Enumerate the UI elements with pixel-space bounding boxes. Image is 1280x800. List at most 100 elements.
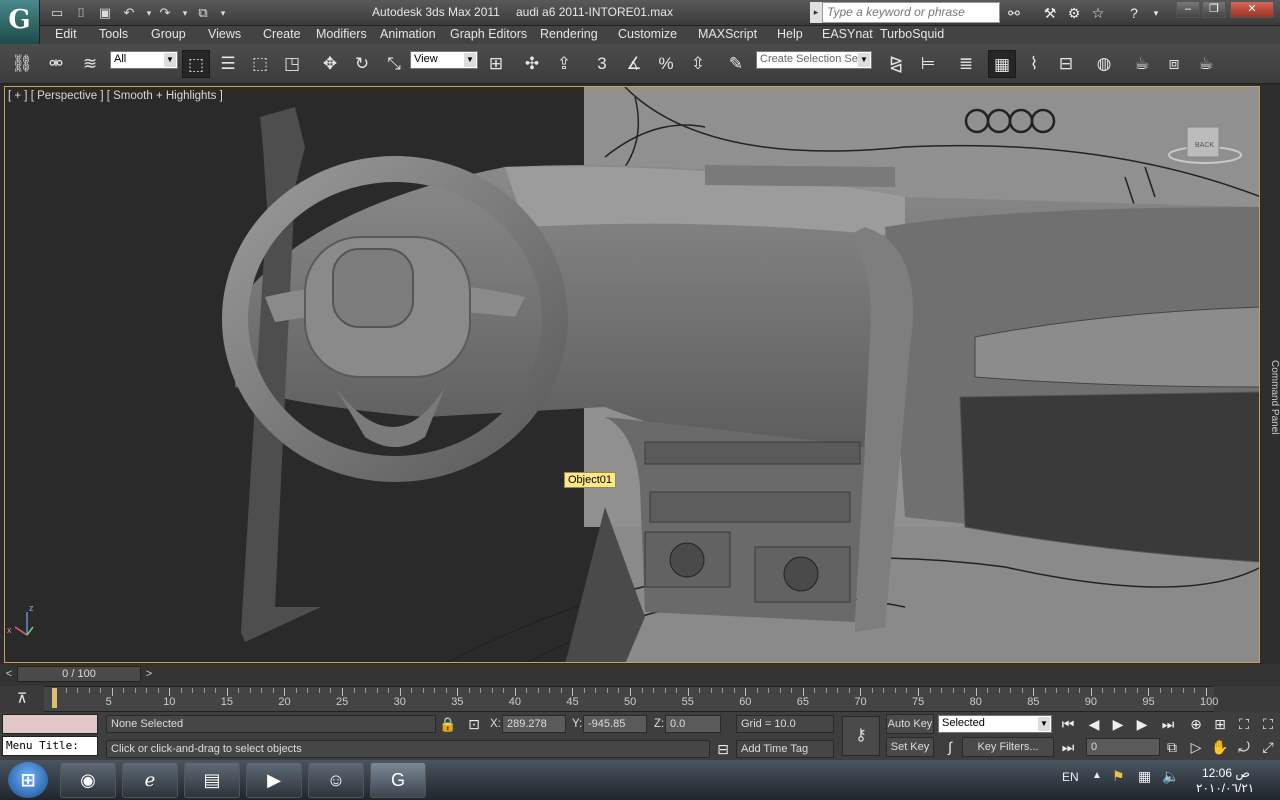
new-file-icon[interactable]: ▭ [48,4,66,22]
help-icon[interactable]: ? [1124,3,1144,23]
zoom-all-icon[interactable]: ⊞ [1210,714,1230,734]
favorites-star-icon[interactable]: ☆ [1088,3,1108,23]
set-key-button[interactable]: Set Key [886,737,934,757]
window-crossing-icon[interactable]: ◳ [278,50,306,78]
edit-named-selection-icon[interactable]: ✎ [722,50,750,78]
input-language-indicator[interactable]: EN [1062,770,1079,784]
communication-icon[interactable]: ⚙ [1064,3,1084,23]
search-input[interactable]: Type a keyword or phrase [822,2,1000,23]
redo-dropdown-icon[interactable]: ▾ [176,4,194,22]
maximize-viewport-icon[interactable]: ⤢ [1258,737,1278,757]
x-coordinate-field[interactable]: 289.278 [502,715,566,733]
pan-view-icon[interactable]: ✋ [1210,737,1230,757]
project-folder-icon[interactable]: ⧉ [194,4,212,22]
menu-help[interactable]: Help [777,27,803,41]
select-by-name-icon[interactable]: ☰ [214,50,242,78]
absolute-mode-transform-icon[interactable]: ⊡ [464,714,484,734]
zoom-icon[interactable]: ⊕ [1186,714,1206,734]
angle-snap-icon[interactable]: ∡ [620,50,648,78]
select-and-link-icon[interactable]: ⛓ [8,50,36,78]
show-hidden-icons-icon[interactable]: ▲ [1092,770,1102,781]
default-in-out-tangents-icon[interactable]: ∫ [940,737,960,757]
start-button[interactable]: ⊞ [8,762,48,798]
3dsmax-taskbar-icon[interactable]: G [370,762,426,798]
named-selection-dropdown[interactable]: Create Selection Se ▼ [756,51,872,69]
play-animation-icon[interactable]: ▶ [1108,714,1128,734]
align-icon[interactable]: ⊨ [914,50,942,78]
menu-graph-editors[interactable]: Graph Editors [450,27,527,41]
maxscript-listener-pink[interactable] [2,714,98,734]
file-explorer-taskbar-icon[interactable]: ▤ [184,762,240,798]
firefox-taskbar-icon[interactable]: ◉ [60,762,116,798]
schematic-view-icon[interactable]: ⊟ [1052,50,1080,78]
internet-explorer-taskbar-icon[interactable]: ℯ [122,762,178,798]
select-and-move-icon[interactable]: ✥ [316,50,344,78]
previous-frame-icon[interactable]: ◀︎ [1084,714,1104,734]
time-slider-next-button[interactable]: > [142,666,156,682]
volume-icon[interactable]: 🔈 [1162,768,1179,785]
open-file-icon[interactable]: ⌷ [72,4,90,22]
menu-group[interactable]: Group [151,27,186,41]
layer-manager-icon[interactable]: ≣ [952,50,980,78]
curve-editor-icon[interactable]: ⌇ [1020,50,1048,78]
menu-views[interactable]: Views [208,27,241,41]
snaps-toggle-icon[interactable]: 3 [588,50,616,78]
time-configuration-icon[interactable]: ⧉ [1162,737,1182,757]
menu-easynat[interactable]: EASYnat [822,27,873,41]
unlink-selection-icon[interactable]: ⚮ [42,50,70,78]
command-panel-label[interactable]: Command Panel [1262,360,1280,440]
menu-edit[interactable]: Edit [55,27,77,41]
y-coordinate-field[interactable]: -945.85 [583,715,647,733]
menu-tools[interactable]: Tools [99,27,128,41]
add-time-tag-button[interactable]: Add Time Tag [736,740,834,758]
time-slider[interactable]: 0 / 100 [17,666,141,682]
subscription-icon[interactable]: ⚒ [1040,3,1060,23]
search-expand-icon[interactable]: ▸ [810,2,822,23]
zoom-extents-all-icon[interactable]: ⛶ [1258,714,1278,734]
open-mini-curve-editor-icon[interactable]: ⊼ [12,688,32,708]
time-slider-prev-button[interactable]: < [2,666,16,682]
current-frame-field[interactable]: 0 [1086,738,1160,756]
menu-customize[interactable]: Customize [618,27,677,41]
menu-maxscript[interactable]: MAXScript [698,27,757,41]
percent-snap-icon[interactable]: % [652,50,680,78]
minimize-button[interactable]: – [1176,1,1200,18]
spinner-snap-icon[interactable]: ⇳ [684,50,712,78]
menu-rendering[interactable]: Rendering [540,27,598,41]
z-coordinate-field[interactable]: 0.0 [665,715,721,733]
undo-icon[interactable]: ↶ [120,4,138,22]
maxscript-mini-listener[interactable]: Menu Title: [2,736,98,756]
time-tag-icon[interactable]: ⊟ [713,739,733,759]
menu-modifiers[interactable]: Modifiers [316,27,367,41]
key-filters-button[interactable]: Key Filters... [962,737,1054,757]
orbit-icon[interactable]: ⤾ [1234,737,1254,757]
current-frame-marker[interactable] [52,688,57,708]
action-center-flag-icon[interactable]: ⚑ [1112,768,1125,785]
selection-lock-icon[interactable]: 🔒 [438,714,458,734]
key-mode-toggle-icon[interactable]: ⏭ [1058,737,1078,757]
clock-date[interactable]: ٢٠١٠/٠٦/٢١ [1196,781,1254,795]
next-frame-icon[interactable]: ▶︎ [1132,714,1152,734]
messenger-taskbar-icon[interactable]: ☺ [308,762,364,798]
viewport-label-menu[interactable]: [ + ] [ Perspective ] [ Smooth + Highlig… [8,90,223,102]
menu-turbosquid[interactable]: TurboSquid [880,27,944,41]
field-of-view-icon[interactable]: ▷ [1186,737,1206,757]
render-production-icon[interactable]: ☕ [1192,50,1220,78]
auto-key-button[interactable]: Auto Key [886,714,934,734]
material-editor-icon[interactable]: ◍ [1090,50,1118,78]
application-logo-button[interactable]: G [0,0,40,44]
network-icon[interactable]: ▦ [1138,768,1151,785]
menu-animation[interactable]: Animation [380,27,436,41]
select-and-scale-icon[interactable]: ⤡ [380,50,408,78]
media-player-taskbar-icon[interactable]: ▶ [246,762,302,798]
binoculars-icon[interactable]: ⚯ [1004,3,1024,23]
maximize-button[interactable]: ❐ [1202,1,1226,18]
perspective-viewport[interactable]: BACK z x [4,86,1260,663]
close-button[interactable]: ✕ [1230,1,1274,18]
reference-coordinate-dropdown[interactable]: View ▼ [410,51,478,69]
rendered-frame-window-icon[interactable]: ⧈ [1160,50,1188,78]
save-icon[interactable]: ▣ [96,4,114,22]
graphite-modeling-tools-icon[interactable]: ▦ [988,50,1016,78]
use-pivot-point-icon[interactable]: ⊞ [482,50,510,78]
clock-time[interactable]: 12:06 ص [1202,766,1250,780]
